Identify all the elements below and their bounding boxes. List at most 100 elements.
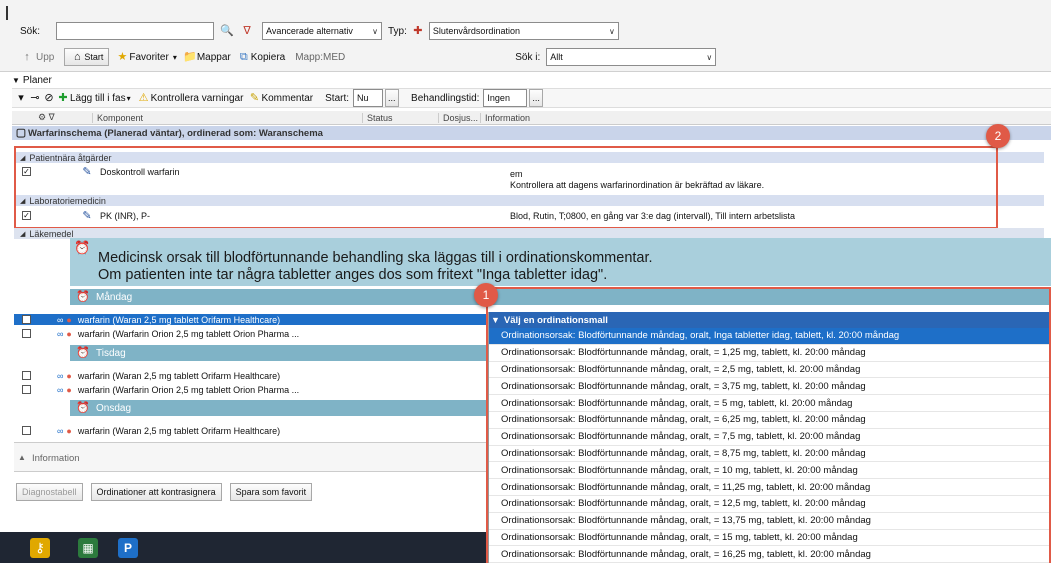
up-icon: ↑	[24, 51, 30, 63]
duration-picker-button[interactable]: ...	[529, 89, 544, 107]
home-icon: ⌂	[74, 51, 81, 63]
start-button[interactable]: ⌂ Start	[64, 48, 110, 66]
pin-icon[interactable]: ⊸	[28, 91, 42, 105]
app-icon-green[interactable]: ▦	[78, 538, 98, 558]
column-component[interactable]: Komponent	[92, 112, 362, 123]
plus-icon: ✚	[58, 92, 68, 104]
duration-input[interactable]: Ingen	[483, 89, 528, 107]
day-wednesday-header: ⏰ Onsdag	[70, 400, 486, 416]
favorites-dropdown-icon[interactable]: ▾	[173, 53, 177, 62]
column-status[interactable]: Status	[362, 112, 438, 123]
column-dose[interactable]: Dosjus...	[438, 112, 480, 123]
copy-button[interactable]: Kopiera	[251, 52, 285, 63]
comment-button[interactable]: Kommentar	[261, 93, 313, 104]
med-checkbox[interactable]	[22, 371, 31, 380]
collapse-plans-icon[interactable]: ▼	[12, 76, 20, 85]
type-select[interactable]: Slutenvårdsordination ∨	[428, 22, 619, 40]
save-favorite-button[interactable]: Spara som favorit	[229, 483, 313, 501]
note-panel: ⏰ Medicinsk orsak till blodförtunnande b…	[70, 238, 1051, 286]
folder-path: Mapp:MED	[295, 51, 346, 63]
search-label: Sök:	[20, 25, 41, 37]
clock-icon: ⏰	[76, 402, 90, 414]
folder-icon: 📁	[182, 51, 197, 63]
split-icon[interactable]: ▾	[14, 91, 28, 105]
type-select-value: Slutenvårdsordination	[432, 26, 520, 36]
day-wednesday-label: Onsdag	[96, 402, 132, 414]
start-time-picker-button[interactable]: ...	[385, 89, 400, 107]
column-information[interactable]: Information	[480, 112, 1051, 123]
taskbar: ⚷ ▦ P	[0, 532, 486, 563]
day-tuesday-label: Tisdag	[96, 347, 126, 359]
note-icon: ⏰	[74, 240, 91, 255]
med-name: warfarin (Waran 2,5 mg tablett Orifarm H…	[77, 370, 281, 381]
med-checkbox[interactable]	[22, 385, 31, 394]
plan-title[interactable]: Warfarinschema (Planerad väntar), ordine…	[28, 128, 323, 139]
column-icons: ⚙ ∇	[38, 112, 55, 122]
warning-icon: ⚠	[138, 92, 149, 104]
search-input[interactable]	[56, 22, 214, 40]
search-in-select[interactable]: Allt ∨	[546, 48, 717, 66]
clock-icon: ⏰	[76, 291, 90, 303]
med-checkbox[interactable]	[22, 426, 31, 435]
link-icon: ∞	[57, 425, 64, 436]
med-checkbox[interactable]	[22, 315, 31, 324]
med-row-wednesday-waran[interactable]: ∞ ● warfarin (Waran 2,5 mg tablett Orifa…	[14, 425, 486, 436]
hospital-icon: ✚	[413, 25, 423, 37]
copy-icon: ⧉	[239, 51, 248, 63]
information-label: Information	[32, 453, 80, 464]
highlight-box-2	[14, 146, 998, 229]
day-tuesday-header: ⏰ Tisdag	[70, 345, 486, 361]
pill-icon: ●	[66, 328, 72, 339]
search-icon[interactable]: 🔍	[220, 24, 234, 38]
information-panel: ▲ Information	[14, 442, 486, 472]
group-collapse-icon[interactable]: ◢	[20, 230, 25, 238]
highlight-box-1	[486, 287, 1051, 563]
add-to-phase-dropdown-icon[interactable]: ▾	[127, 94, 131, 103]
start-label: Start	[84, 52, 104, 62]
pill-icon: ●	[66, 425, 72, 436]
day-monday-label: Måndag	[96, 291, 133, 303]
key-app-icon[interactable]: ⚷	[30, 538, 50, 558]
check-warnings-button[interactable]: Kontrollera varningar	[151, 93, 244, 104]
pill-icon: ●	[66, 314, 72, 325]
app-icon-blue[interactable]: P	[118, 538, 138, 558]
med-row-monday-waran[interactable]: ∞ ● warfarin (Waran 2,5 mg tablett Orifa…	[14, 314, 486, 325]
plan-icon: ▢	[15, 127, 27, 139]
group-drugs-label: Läkemedel	[29, 228, 74, 239]
link-icon: ∞	[57, 384, 64, 395]
countersign-button[interactable]: Ordinationer att kontrasignera	[90, 483, 222, 501]
cancel-icon[interactable]: ⊘	[42, 91, 56, 105]
duration-label: Behandlingstid:	[411, 92, 480, 104]
med-checkbox[interactable]	[22, 329, 31, 338]
pill-icon: ●	[66, 370, 72, 381]
start-time-input[interactable]: Nu	[353, 89, 384, 107]
link-icon: ∞	[57, 370, 64, 381]
favorites-button[interactable]: Favoriter	[129, 52, 168, 63]
med-name: warfarin (Warfarin Orion 2,5 mg tablett …	[77, 328, 300, 339]
med-row-tuesday-orion[interactable]: ∞ ● warfarin (Warfarin Orion 2,5 mg tabl…	[14, 384, 486, 395]
badge-2: 2	[986, 124, 1010, 148]
folders-button[interactable]: Mappar	[197, 52, 231, 63]
med-name: warfarin (Warfarin Orion 2,5 mg tablett …	[77, 384, 300, 395]
start-time-label: Start:	[325, 92, 350, 104]
caret-marker	[6, 6, 8, 20]
expand-info-icon[interactable]: ▲	[18, 453, 26, 462]
badge-1: 1	[474, 283, 498, 307]
note-line-1: Medicinsk orsak till blodförtunnande beh…	[98, 250, 653, 266]
diagnosis-table-button[interactable]: Diagnostabell	[16, 483, 83, 501]
med-name: warfarin (Waran 2,5 mg tablett Orifarm H…	[77, 425, 281, 436]
pill-icon: ●	[66, 384, 72, 395]
med-row-tuesday-waran[interactable]: ∞ ● warfarin (Waran 2,5 mg tablett Orifa…	[14, 370, 486, 381]
add-to-phase-button[interactable]: Lägg till i fas	[70, 93, 126, 104]
up-button[interactable]: Upp	[36, 52, 54, 63]
note-line-2: Om patienten inte tar några tabletter an…	[98, 267, 608, 283]
advanced-options-select[interactable]: Avancerade alternativ ∨	[262, 22, 382, 40]
search-in-value: Allt	[550, 52, 563, 62]
star-icon: ★	[117, 51, 128, 63]
plans-header: Planer	[22, 74, 52, 86]
med-row-monday-orion[interactable]: ∞ ● warfarin (Warfarin Orion 2,5 mg tabl…	[14, 328, 486, 339]
type-label: Typ:	[388, 25, 407, 37]
link-icon: ∞	[57, 328, 64, 339]
filter-icon[interactable]: ∇	[240, 24, 254, 38]
advanced-options-value: Avancerade alternativ	[266, 26, 353, 36]
